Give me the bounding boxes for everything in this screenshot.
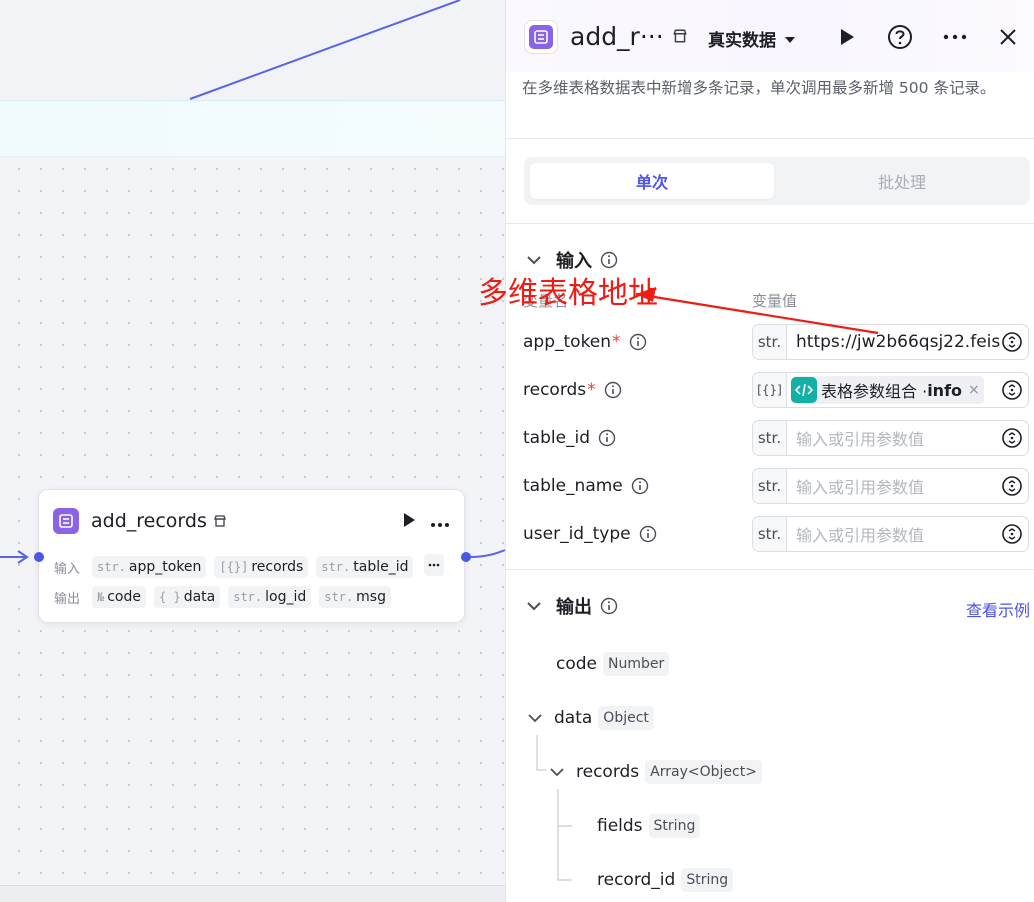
type-pill: Number — [603, 652, 670, 676]
node-outputs-label: 输出 — [54, 591, 81, 607]
node-output-chip: str. msg — [319, 586, 391, 608]
node-input-chip: [{}] records — [214, 556, 309, 578]
node-inputs-label: 输入 — [54, 561, 81, 577]
workflow-canvas[interactable]: add_records 输入 str. app_token [{}] records… — [0, 0, 505, 902]
output-item-records[interactable]: records Array<Object> — [550, 760, 762, 784]
output-item-fields: fields String — [597, 814, 701, 838]
node-output-chip: { } data — [154, 586, 221, 608]
node-outputs-row: 输出 № code { } data str. log_id str. msg — [54, 586, 399, 608]
node-title: add_records — [91, 510, 207, 532]
chevron-down-icon — [528, 713, 542, 723]
type-pill: String — [681, 868, 734, 892]
run-node-icon[interactable] — [402, 512, 416, 532]
node-config-panel: add_r··· 真实数据 在多维表格数据表中新增多条记录，单次调用最多新增 5… — [505, 0, 1034, 902]
node-more-icon[interactable] — [430, 513, 450, 532]
node-input-chip: str. table_id — [316, 556, 414, 578]
node-input-chip: str. app_token — [92, 556, 207, 578]
chevron-down-icon — [550, 767, 564, 777]
node-output-chip: № code — [92, 586, 146, 608]
edge-out-node — [469, 549, 505, 558]
node-input-port[interactable] — [34, 552, 44, 562]
output-item-data[interactable]: data Object — [528, 706, 654, 730]
bitable-app-icon — [53, 508, 79, 534]
output-item-record-id: record_id String — [597, 868, 734, 892]
node-output-port[interactable] — [461, 552, 471, 562]
type-pill: Object — [598, 706, 654, 730]
annotation-label: 多维表格地址 — [478, 276, 658, 311]
type-pill: String — [648, 814, 701, 838]
output-item-code: code Number — [556, 652, 670, 676]
edge-incoming-top — [189, 0, 461, 100]
plugin-store-icon — [213, 514, 227, 528]
node-inputs-row: 输入 str. app_token [{}] records str. table_i… — [54, 556, 421, 578]
type-pill: Array<Object> — [645, 760, 762, 784]
node-output-chip: str. log_id — [228, 586, 312, 608]
node-inputs-more-chip[interactable] — [424, 554, 444, 576]
add-records-node[interactable]: add_records 输入 str. app_token [{}] records… — [38, 489, 465, 623]
edge-layer — [0, 0, 505, 564]
